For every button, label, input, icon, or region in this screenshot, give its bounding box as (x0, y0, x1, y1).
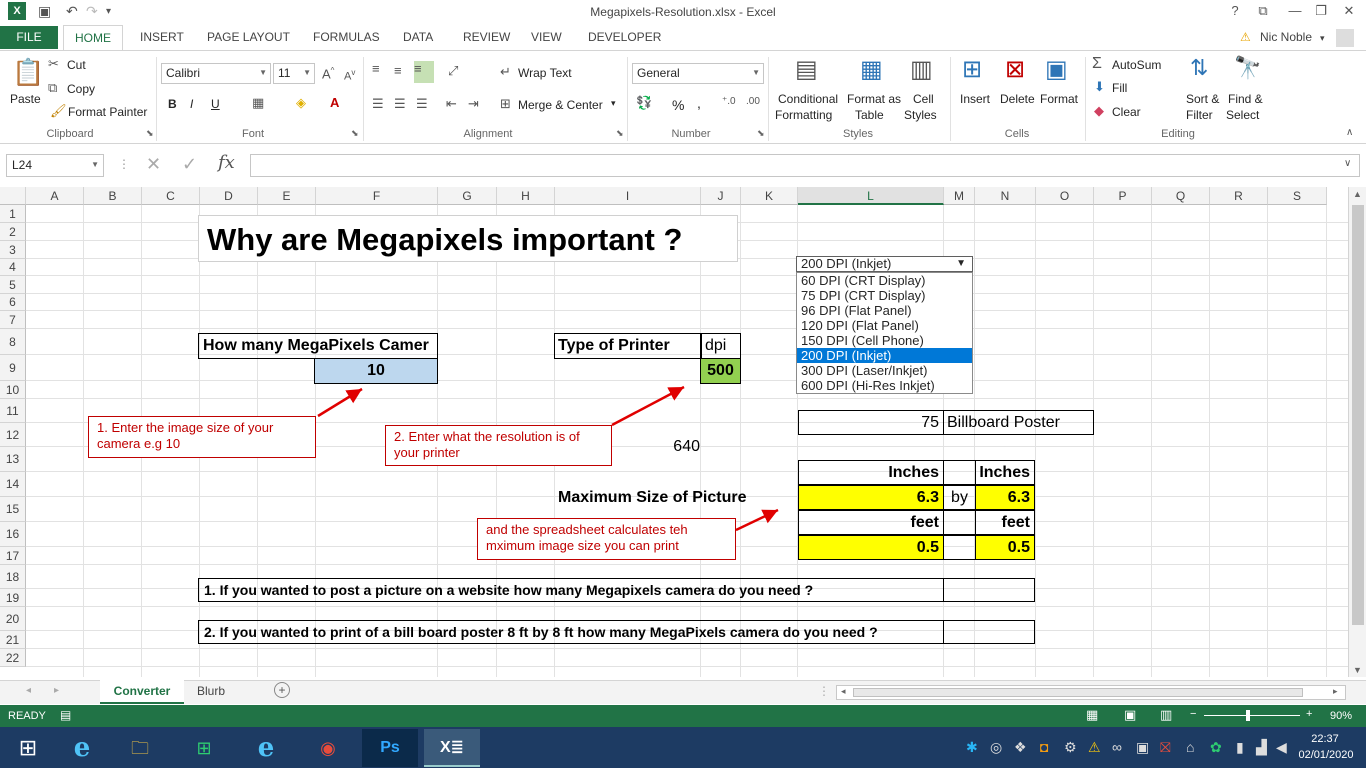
zoom-out-icon[interactable]: − (1190, 708, 1196, 720)
dropdown-option[interactable]: 96 DPI (Flat Panel) (797, 303, 972, 318)
volume-icon[interactable]: ◀ (1276, 739, 1287, 756)
file-explorer-icon[interactable]: 🗀 (112, 729, 168, 767)
windows-taskbar: ⊞ e 🗀 ⊞ e ◉ Ps X≣ ✱ ◎ ❖ ◘ ⚙ ⚠ ∞ ▣ ⛝ ⌂ ✿ … (0, 727, 1366, 768)
tray-icon-6[interactable]: ⚠ (1088, 739, 1101, 756)
dropdown-option[interactable]: 600 DPI (Hi-Res Inkjet) (797, 378, 972, 393)
sheet-tab-converter[interactable]: Converter (100, 680, 184, 704)
dropdown-option[interactable]: 120 DPI (Flat Panel) (797, 318, 972, 333)
tray-icon-2[interactable]: ◎ (990, 739, 1002, 756)
dropdown-arrow-icon[interactable]: ▼ (956, 257, 966, 271)
normal-view-icon[interactable]: ▦ (1086, 707, 1098, 723)
photoshop-icon[interactable]: Ps (362, 729, 418, 767)
windows-start-icon[interactable]: ⊞ (0, 729, 56, 767)
macro-record-icon[interactable]: ▤ (60, 708, 71, 722)
tray-icon-11[interactable]: ✿ (1210, 739, 1222, 756)
dpi-dropdown-list[interactable]: 60 DPI (CRT Display) 75 DPI (CRT Display)… (796, 272, 973, 394)
tray-icon-7[interactable]: ∞ (1112, 739, 1122, 755)
scroll-thumb[interactable] (1352, 205, 1364, 625)
status-bar: READY ▤ ▦ ▣ ▥ − + 90% (0, 705, 1366, 727)
tray-icon-1[interactable]: ✱ (966, 739, 978, 756)
scroll-left-icon[interactable]: ◂ (841, 686, 846, 697)
zoom-in-icon[interactable]: + (1306, 708, 1312, 720)
internet-explorer-icon[interactable]: e (54, 729, 110, 767)
page-break-view-icon[interactable]: ▥ (1160, 707, 1172, 723)
tray-icon-5[interactable]: ⚙ (1064, 739, 1077, 756)
dropdown-option[interactable]: 60 DPI (CRT Display) (797, 273, 972, 288)
chrome-icon[interactable]: ◉ (300, 729, 356, 767)
network-icon[interactable]: ▟ (1256, 739, 1267, 756)
dropdown-option[interactable]: 300 DPI (Laser/Inkjet) (797, 363, 972, 378)
add-sheet-icon[interactable]: + (274, 682, 290, 698)
battery-icon[interactable]: ▮ (1236, 739, 1244, 756)
horizontal-scroll-thumb[interactable] (853, 688, 1303, 697)
page-layout-view-icon[interactable]: ▣ (1124, 707, 1136, 723)
tab-split-grip-icon[interactable]: ⋮ (818, 684, 830, 698)
sheet-next-icon[interactable]: ▸ (54, 685, 59, 696)
sheet-tab-bar: ◂ ▸ Converter Blurb + ⋮ ◂ ▸ (0, 680, 1366, 704)
clock-time[interactable]: 22:37 (1300, 733, 1350, 745)
scroll-up-icon[interactable]: ▲ (1353, 189, 1362, 199)
dropdown-option[interactable]: 150 DPI (Cell Phone) (797, 333, 972, 348)
tray-icon-4[interactable]: ◘ (1040, 739, 1048, 755)
scroll-right-icon[interactable]: ▸ (1333, 686, 1338, 697)
sheet-tab-blurb[interactable]: Blurb (188, 684, 234, 698)
dropbox-icon[interactable]: ❖ (1014, 739, 1027, 756)
internet-explorer-2-icon[interactable]: e (238, 729, 294, 767)
dropdown-option[interactable]: 75 DPI (CRT Display) (797, 288, 972, 303)
zoom-slider[interactable] (1204, 715, 1300, 716)
tray-icon-8[interactable]: ▣ (1136, 739, 1149, 756)
zoom-level[interactable]: 90% (1330, 710, 1352, 722)
horizontal-scrollbar[interactable]: ◂ ▸ (836, 685, 1346, 700)
tray-icon-10[interactable]: ⌂ (1186, 739, 1194, 755)
dropdown-option[interactable]: 200 DPI (Inkjet) (797, 348, 972, 363)
excel-taskbar-icon[interactable]: X≣ (424, 729, 480, 767)
tray-icon-9[interactable]: ⛝ (1160, 739, 1171, 756)
dpi-dropdown[interactable]: 200 DPI (Inkjet) ▼ (796, 256, 973, 272)
sheet-prev-icon[interactable]: ◂ (26, 685, 31, 696)
scroll-down-icon[interactable]: ▼ (1353, 665, 1362, 675)
zoom-slider-thumb[interactable] (1246, 710, 1250, 721)
status-ready: READY (8, 710, 46, 722)
annotation-arrows (317, 385, 779, 532)
store-icon[interactable]: ⊞ (176, 729, 232, 767)
clock-date[interactable]: 02/01/2020 (1296, 749, 1356, 761)
vertical-scrollbar[interactable]: ▲ ▼ (1348, 187, 1366, 677)
